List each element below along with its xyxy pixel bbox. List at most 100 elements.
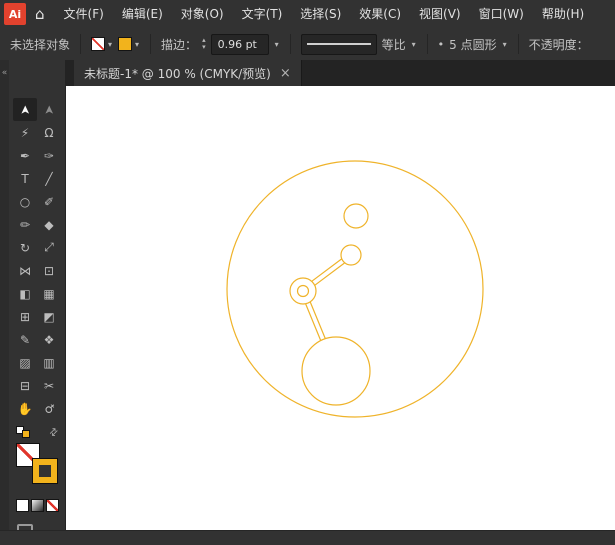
pencil-tool[interactable]: ✏ <box>13 213 37 236</box>
joint-inner-circle <box>298 286 309 297</box>
none-button[interactable] <box>46 499 59 512</box>
opacity-label: 不透明度： <box>529 36 589 53</box>
rotate-tool[interactable]: ↻ <box>13 236 37 259</box>
width-tool[interactable]: ⋈ <box>13 259 37 282</box>
stroke-color-control[interactable]: ▾ <box>118 37 140 51</box>
mid-small-circle <box>341 245 361 265</box>
swap-fill-stroke-icon[interactable]: ⇄ <box>47 426 61 440</box>
mesh-tool[interactable]: ⊞ <box>13 305 37 328</box>
width-profile-name[interactable]: 等比 <box>382 36 406 53</box>
menu-item-effect[interactable]: 效果(C) <box>350 0 410 28</box>
gradient-button[interactable] <box>31 499 44 512</box>
menu-item-object[interactable]: 对象(O) <box>172 0 233 28</box>
curvature-tool[interactable]: ✑ <box>37 144 61 167</box>
type-tool[interactable]: T <box>13 167 37 190</box>
default-fill-stroke-icon[interactable] <box>16 426 31 439</box>
shape-builder-tool-icon: ◧ <box>19 287 30 301</box>
direct-selection-tool-icon: ➤ <box>42 104 56 114</box>
eyedropper-tool[interactable]: ✎ <box>13 328 37 351</box>
pen-tool[interactable]: ✒ <box>13 144 37 167</box>
menu-item-help[interactable]: 帮助(H) <box>533 0 593 28</box>
brush-bullet-icon: • <box>438 38 445 51</box>
stroke-swatch-yellow[interactable] <box>33 459 57 483</box>
color-button[interactable] <box>16 499 29 512</box>
menu-item-edit[interactable]: 编辑(E) <box>113 0 172 28</box>
zoom-tool[interactable]: ♁ <box>37 397 61 420</box>
fill-stroke-widget <box>14 443 60 489</box>
artboard-canvas[interactable] <box>66 86 615 531</box>
direct-selection-tool[interactable]: ➤ <box>37 98 61 121</box>
fill-color-control[interactable]: ▾ <box>91 37 113 51</box>
menu-item-type[interactable]: 文字(T) <box>233 0 292 28</box>
line-segment-tool[interactable]: ╱ <box>37 167 61 190</box>
outer-circle <box>227 161 483 417</box>
selection-tool-icon: ➤ <box>18 104 32 114</box>
eyedropper-tool-icon: ✎ <box>20 333 30 347</box>
brush-definition[interactable]: 5 点圆形 <box>449 36 496 53</box>
stepper-down-icon[interactable]: ▾ <box>202 44 206 51</box>
blend-tool[interactable]: ❖ <box>37 328 61 351</box>
control-bar: 未选择对象 ▾ ▾ 描边： ▴ ▾ 0.96 pt ▾ 等比 ▾ • 5 点圆形… <box>0 28 615 61</box>
curvature-tool-icon: ✑ <box>44 149 54 163</box>
illustrator-logo-icon[interactable]: Ai <box>4 3 26 25</box>
width-profile-dropdown[interactable] <box>301 34 377 55</box>
top-small-circle <box>344 204 368 228</box>
artboard-tool[interactable]: ⊟ <box>13 374 37 397</box>
magic-wand-tool-icon: ⚡ <box>21 126 29 140</box>
rod-upper-edge <box>315 263 345 285</box>
slice-tool-icon: ✂ <box>44 379 54 393</box>
perspective-grid-tool-icon: ▦ <box>43 287 54 301</box>
column-graph-tool[interactable]: ▥ <box>37 351 61 374</box>
document-tab-title: 未标题-1* @ 100 % (CMYK/预览) <box>84 65 271 82</box>
scale-tool-icon: ⤢ <box>44 240 54 255</box>
gradient-tool[interactable]: ◩ <box>37 305 61 328</box>
stroke-weight-field[interactable]: 0.96 pt <box>211 34 269 55</box>
chevron-down-icon[interactable]: ▾ <box>275 40 279 49</box>
type-tool-icon: T <box>21 172 28 186</box>
artboard-tool-icon: ⊟ <box>20 379 30 393</box>
separator <box>427 34 428 54</box>
free-transform-tool[interactable]: ⊡ <box>37 259 61 282</box>
fill-none-swatch <box>91 37 105 51</box>
stroke-weight-stepper[interactable]: ▴ ▾ <box>202 37 206 51</box>
perspective-grid-tool[interactable]: ▦ <box>37 282 61 305</box>
ellipse-tool-icon: ○ <box>20 195 30 209</box>
chevron-down-icon: ▾ <box>135 40 139 49</box>
column-graph-tool-icon: ▥ <box>43 356 54 370</box>
selection-tool[interactable]: ➤ <box>13 98 37 121</box>
pen-tool-icon: ✒ <box>20 149 30 163</box>
free-transform-tool-icon: ⊡ <box>44 264 54 278</box>
magic-wand-tool[interactable]: ⚡ <box>13 121 37 144</box>
mesh-tool-icon: ⊞ <box>20 310 30 324</box>
eraser-tool[interactable]: ◆ <box>37 213 61 236</box>
gradient-tool-icon: ◩ <box>43 310 54 324</box>
joint-outer-circle <box>290 278 316 304</box>
document-tab[interactable]: 未标题-1* @ 100 % (CMYK/预览) × <box>74 60 302 86</box>
slice-tool[interactable]: ✂ <box>37 374 61 397</box>
menu-item-window[interactable]: 窗口(W) <box>470 0 533 28</box>
chevron-down-icon[interactable]: ▾ <box>412 40 416 49</box>
menu-item-view[interactable]: 视图(V) <box>410 0 470 28</box>
hand-tool[interactable]: ✋ <box>13 397 37 420</box>
ellipse-tool[interactable]: ○ <box>13 190 37 213</box>
separator <box>518 34 519 54</box>
lasso-tool[interactable]: Ω <box>37 121 61 144</box>
tools-panel: ➤ ➤ ⚡ Ω ✒ ✑ T ╱ ○ ✐✏◆↻ ⤢ ⋈ ⊡ ◧ ▦ ⊞ ◩ ✎ ❖▨ ▥ ⊟ ✂ ✋♁ ⇄ <box>9 60 66 531</box>
selection-status: 未选择对象 <box>10 36 70 53</box>
collapse-panel-icon[interactable]: « <box>2 68 8 78</box>
home-icon[interactable]: ⌂ <box>35 5 45 23</box>
paintbrush-tool[interactable]: ✐ <box>37 190 61 213</box>
zoom-tool-icon: ♁ <box>41 400 57 416</box>
status-bar <box>0 530 615 545</box>
close-icon[interactable]: × <box>280 66 291 81</box>
menu-item-select[interactable]: 选择(S) <box>291 0 350 28</box>
shape-builder-tool[interactable]: ◧ <box>13 282 37 305</box>
chevron-down-icon[interactable]: ▾ <box>503 40 507 49</box>
default-stroke-swatch <box>22 430 30 438</box>
bottom-circle <box>302 337 370 405</box>
line-segment-tool-icon: ╱ <box>45 172 52 186</box>
fill-stroke-controls: ⇄ <box>9 426 65 439</box>
menu-item-file[interactable]: 文件(F) <box>55 0 113 28</box>
symbol-sprayer-tool[interactable]: ▨ <box>13 351 37 374</box>
scale-tool[interactable]: ⤢ <box>37 236 61 259</box>
